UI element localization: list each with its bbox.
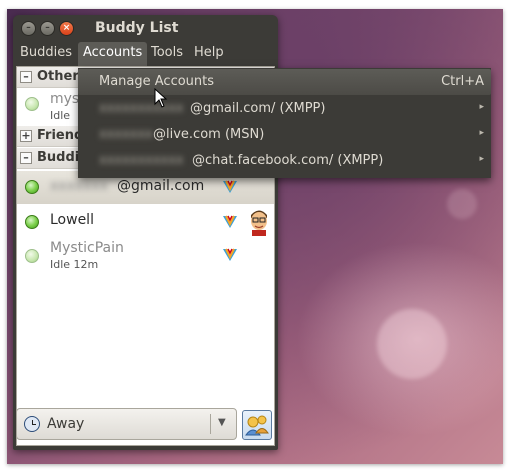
maximize-button[interactable]: – [40, 21, 55, 36]
collapse-icon[interactable]: – [20, 71, 32, 83]
gtalk-protocol-icon [223, 180, 237, 193]
window-title: Buddy List [95, 20, 179, 36]
buddy-status-text: Idle 12m [50, 258, 99, 271]
menu-tools[interactable]: Tools [146, 42, 188, 66]
gtalk-protocol-icon [223, 248, 237, 261]
buddy-name: mys [50, 91, 80, 107]
available-status-icon [25, 215, 39, 229]
idle-status-icon [25, 249, 39, 263]
minimize-button[interactable]: – [21, 21, 36, 36]
buddy-name: @gmail.com [117, 178, 205, 194]
buddy-name: Lowell [50, 212, 94, 228]
buddy-avatar [246, 206, 272, 236]
blurred-username: xxxxxxx [50, 178, 108, 194]
status-separator [210, 414, 211, 434]
away-clock-icon [24, 416, 40, 432]
buddy-status-text: Idle [50, 109, 71, 122]
status-label: Away [47, 416, 85, 432]
expand-icon[interactable]: + [20, 130, 32, 142]
menu-item-facebook-account[interactable]: xxxxxxxxxxx @chat.facebook.com/ (XMPP) ▸ [78, 148, 491, 174]
menu-bar: Buddies Accounts Tools Help [13, 42, 278, 66]
menu-item-msn-account[interactable]: xxxxxxx @live.com (MSN) ▸ [78, 122, 491, 148]
mouse-cursor-icon [154, 88, 168, 108]
blurred-username: xxxxxxxxxxx [99, 101, 184, 116]
menu-accounts[interactable]: Accounts [78, 42, 148, 66]
blurred-username: xxxxxxxxxxx [99, 153, 184, 168]
menu-item-gmail-account[interactable]: xxxxxxxxxxx @gmail.com/ (XMPP) ▸ [78, 96, 491, 122]
submenu-arrow-icon: ▸ [479, 102, 484, 112]
menu-item-manage-accounts[interactable]: Manage Accounts Ctrl+A [78, 69, 491, 95]
menu-item-label: Manage Accounts [99, 74, 215, 89]
submenu-arrow-icon: ▸ [479, 128, 484, 138]
bokeh-light [377, 309, 447, 379]
menu-help[interactable]: Help [189, 42, 229, 66]
chevron-down-icon[interactable]: ▼ [218, 417, 226, 428]
menu-item-label: @live.com (MSN) [153, 127, 265, 142]
available-status-icon [25, 180, 39, 194]
accounts-menu: Manage Accounts Ctrl+A xxxxxxxxxxx @gmai… [78, 68, 491, 178]
submenu-arrow-icon: ▸ [479, 154, 484, 164]
group-label: Other [37, 69, 79, 84]
menu-item-label: @gmail.com/ (XMPP) [190, 101, 326, 116]
buddy-icon-button[interactable] [242, 410, 272, 440]
menu-item-label: @chat.facebook.com/ (XMPP) [192, 153, 384, 168]
buddy-name: MysticPain [50, 240, 124, 256]
blurred-username: xxxxxxx [99, 127, 153, 142]
close-button[interactable]: × [59, 21, 74, 36]
bokeh-light [447, 189, 477, 219]
title-bar[interactable]: – – × Buddy List [13, 15, 278, 42]
status-selector[interactable]: Away ▼ [16, 408, 237, 440]
collapse-icon[interactable]: – [20, 152, 32, 164]
buddy-icon [245, 415, 269, 436]
gtalk-protocol-icon [223, 215, 237, 228]
menu-buddies[interactable]: Buddies [15, 42, 77, 66]
shortcut-label: Ctrl+A [441, 74, 484, 89]
idle-status-icon [25, 97, 39, 111]
